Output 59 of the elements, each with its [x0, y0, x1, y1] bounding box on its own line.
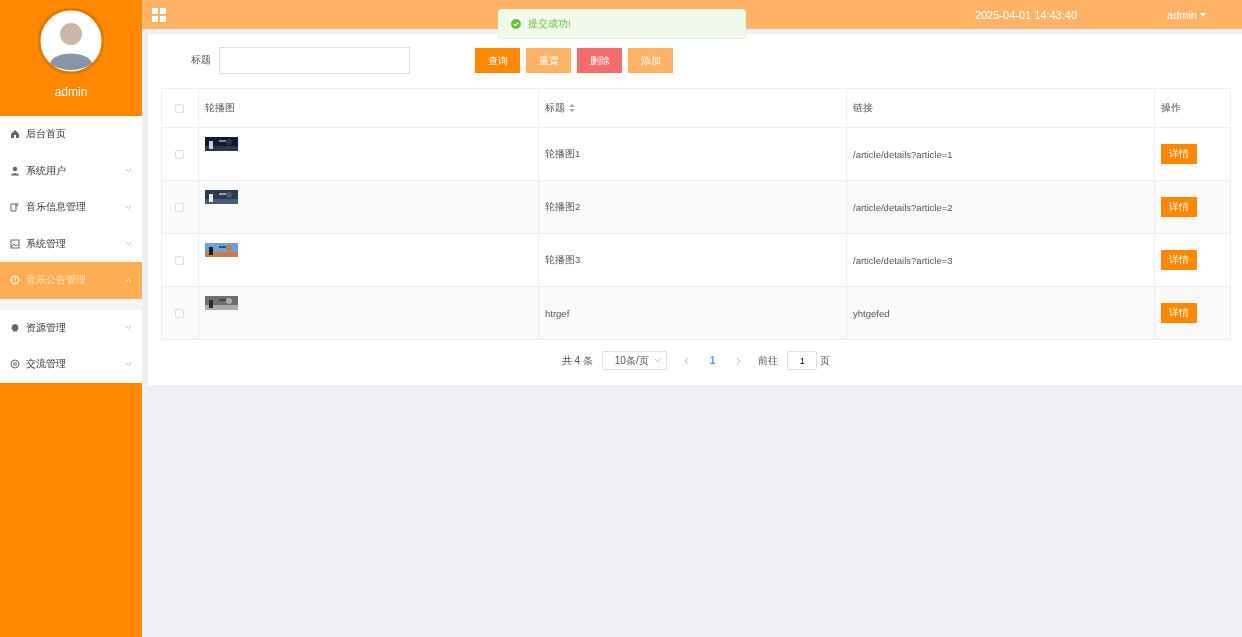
info-icon — [10, 275, 20, 286]
chevron-icon — [125, 325, 132, 331]
column-header: 链接 — [853, 101, 873, 115]
user-name: admin — [54, 85, 88, 99]
table-cell: 轮播图3 — [545, 253, 581, 267]
sort-icon[interactable] — [569, 104, 575, 112]
checkbox[interactable] — [175, 255, 184, 265]
table-cell: /article/details?article=2 — [853, 201, 953, 213]
page-unit: 页 — [820, 353, 831, 368]
page-number[interactable]: 1 — [709, 355, 716, 366]
total-count: 共 4 条 — [561, 353, 593, 368]
column-header[interactable]: 标题 — [545, 101, 565, 115]
image-icon — [10, 238, 20, 249]
action-button[interactable]: 查询 — [475, 48, 520, 73]
action-button[interactable]: 添加 — [628, 48, 673, 73]
chevron-icon — [125, 204, 132, 210]
chevron-icon — [125, 361, 132, 367]
next-icon[interactable] — [736, 356, 742, 365]
date-time: 2025-04-01 14:43:40 — [974, 8, 1078, 21]
goto-label: 前往 — [758, 353, 779, 368]
previous-icon[interactable] — [683, 356, 689, 365]
toast-message: 提交成功! — [528, 17, 571, 31]
page-size-select[interactable]: 10条/页 — [601, 351, 667, 370]
table-cell: 轮播图2 — [545, 200, 581, 214]
caret-icon — [1200, 12, 1206, 17]
home-icon — [10, 129, 20, 140]
chevron-icon — [653, 358, 661, 363]
table-cell: htrgef — [545, 307, 570, 319]
column-header: 操作 — [1161, 101, 1181, 115]
checkbox[interactable] — [175, 308, 184, 318]
details-button[interactable]: 详情 — [1161, 197, 1197, 217]
grid-menu-icon[interactable] — [152, 7, 166, 22]
action-button[interactable]: 删除 — [577, 48, 622, 73]
user-icon — [10, 165, 20, 176]
chat-icon — [10, 359, 20, 370]
details-button[interactable]: 详情 — [1161, 303, 1197, 323]
goto-page-input[interactable]: 1 — [787, 351, 818, 370]
column-header: 轮播图 — [205, 101, 235, 115]
checkbox[interactable] — [175, 202, 184, 212]
details-button[interactable]: 详情 — [1161, 144, 1197, 164]
table-cell: /article/details?article=1 — [853, 148, 953, 160]
checkbox[interactable] — [175, 149, 184, 159]
document-icon — [10, 202, 20, 213]
menu-item[interactable]: 音乐公告管理 — [0, 262, 142, 299]
avatar — [38, 8, 104, 74]
title-input[interactable] — [219, 47, 410, 74]
table-cell: yhtgefed — [853, 307, 890, 319]
user-menu[interactable]: admin — [1167, 8, 1206, 21]
table-cell: 轮播图1 — [545, 147, 581, 161]
check-circle-icon — [511, 19, 521, 29]
bulb-icon — [10, 322, 20, 333]
chevron-icon — [125, 168, 132, 174]
checkbox[interactable] — [175, 103, 184, 113]
action-button[interactable]: 重置 — [526, 48, 571, 73]
chevron-icon — [125, 241, 132, 247]
chevron-icon — [125, 277, 132, 283]
field-label: 标题 — [191, 54, 211, 67]
table-cell: /article/details?article=3 — [853, 254, 953, 266]
details-button[interactable]: 详情 — [1161, 250, 1197, 270]
